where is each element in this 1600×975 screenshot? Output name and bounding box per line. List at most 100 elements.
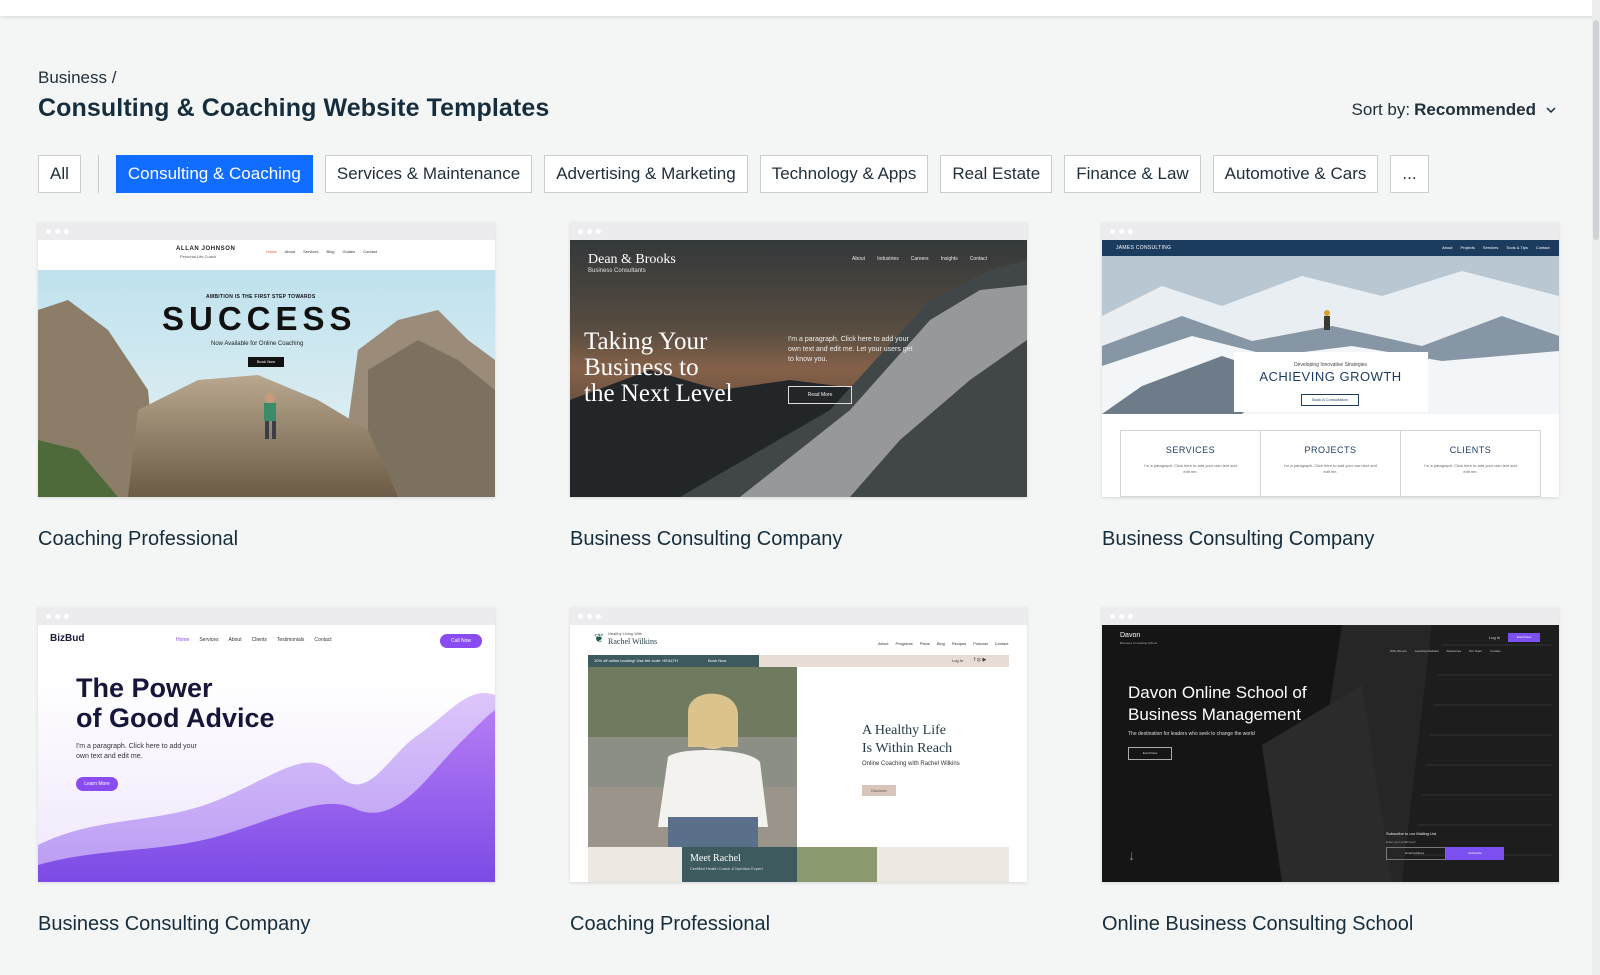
preview-brand: JAMES CONSULTING	[1116, 245, 1172, 251]
template-title[interactable]: Coaching Professional	[38, 528, 495, 551]
preview-nav-item: Services	[199, 637, 219, 643]
filter-advertising-marketing[interactable]: Advertising & Marketing	[544, 155, 748, 193]
preview-cta: Learn More	[76, 777, 118, 791]
filter-all[interactable]: All	[38, 155, 81, 193]
preview-nav-item: Contact	[1490, 649, 1501, 653]
preview-headline: ACHIEVING GROWTH	[1259, 369, 1402, 384]
preview-nav-item: About	[1442, 245, 1453, 250]
preview-brand: Rachel Wilkins	[608, 637, 658, 646]
preview-nav-item: Insights	[940, 256, 958, 262]
preview-cta: Book A Consultation	[1301, 394, 1359, 406]
filter-real-estate[interactable]: Real Estate	[940, 155, 1053, 193]
preview-nav-item: Services	[1482, 245, 1499, 250]
preview-nav-item: About	[852, 256, 866, 262]
template-card[interactable]: Dean & Brooks Business Consultants About…	[570, 222, 1027, 551]
preview-nav: About Programs Plans Blog Recipes Podcast Cont…	[878, 641, 1009, 646]
preview-brand-sub: Business Consulting School	[1120, 641, 1158, 645]
template-preview: BizBud Home Services About Clients Testimoni…	[38, 625, 495, 882]
preview-brand-sub: Business Consultants	[588, 268, 646, 274]
preview-nav: Home Services About Clients Testimonials Cont…	[176, 637, 332, 643]
preview-cta: Discover	[862, 785, 896, 796]
preview-nav-item: Contact	[994, 641, 1009, 646]
template-card[interactable]: ❦ Healthy Living With Rachel Wilkins Abo…	[570, 607, 1027, 936]
breadcrumb[interactable]: Business /	[38, 68, 116, 88]
preview-nav-item: Industries	[877, 256, 899, 262]
template-title[interactable]: Business Consulting Company	[570, 528, 1027, 551]
browser-chrome	[38, 222, 495, 240]
preview-promo-cta: Book Now	[708, 658, 727, 663]
preview-headline-line: of Good Advice	[76, 703, 275, 733]
filter-more-button[interactable]: ...	[1390, 155, 1429, 193]
preview-nav: About Projects Services Tools & Tips Contact	[1442, 245, 1550, 250]
template-thumbnail[interactable]: ALLAN JOHNSON Personal Life Coach Home Ab…	[38, 222, 495, 497]
preview-subscribe-label: Enter your email here*	[1386, 840, 1416, 844]
preview-brand: BizBud	[50, 633, 85, 644]
template-preview: JAMES CONSULTING About Projects Services To…	[1102, 240, 1559, 497]
preview-column-text: I'm a paragraph. Click here to add your …	[1144, 463, 1237, 474]
filter-finance-law[interactable]: Finance & Law	[1064, 155, 1201, 193]
preview-nav-item: Blog	[936, 641, 945, 646]
preview-nav-item: Clients	[251, 637, 267, 643]
template-title[interactable]: Online Business Consulting School	[1102, 913, 1559, 936]
preview-headline-line: Business to	[584, 354, 699, 381]
preview-headline-line: Is Within Reach	[862, 741, 953, 756]
filter-services-maintenance[interactable]: Services & Maintenance	[324, 155, 533, 193]
preview-nav-item: Plans	[919, 641, 930, 646]
filter-technology-apps[interactable]: Technology & Apps	[759, 155, 929, 193]
template-preview: ALLAN JOHNSON Personal Life Coach Home Ab…	[38, 240, 495, 497]
preview-headline-line: A Healthy Life	[862, 723, 946, 738]
preview-column-text: I'm a paragraph. Click here to add your …	[1284, 463, 1377, 474]
template-title[interactable]: Coaching Professional	[570, 913, 1027, 936]
template-title[interactable]: Business Consulting Company	[38, 913, 495, 936]
preview-subscribe-input: Email Address	[1386, 847, 1446, 860]
template-thumbnail[interactable]: Dean & Brooks Business Consultants About…	[570, 222, 1027, 497]
scrollbar[interactable]	[1592, 0, 1600, 975]
preview-sub: Online Coaching with Rachel Wilkins	[862, 761, 960, 767]
preview-headline-line: The Power	[76, 673, 213, 703]
preview-headline-line: Business Management	[1128, 705, 1301, 724]
browser-chrome	[38, 607, 495, 625]
preview-columns: SERVICES I'm a paragraph. Click here to …	[1120, 430, 1541, 497]
preview-nav-item: Projects	[1460, 245, 1475, 250]
template-card[interactable]: Davon Business Consulting School Who We …	[1102, 607, 1559, 936]
template-card[interactable]: ALLAN JOHNSON Personal Life Coach Home Ab…	[38, 222, 495, 551]
template-thumbnail[interactable]: JAMES CONSULTING About Projects Services To…	[1102, 222, 1559, 497]
filter-divider	[97, 155, 99, 193]
preview-nav-item: Resources	[1446, 649, 1461, 653]
preview-nav-item: Contact	[314, 637, 332, 643]
preview-nav-item: Tools & Tips	[1506, 245, 1528, 250]
preview-social-icons: f ◎ ▶	[974, 657, 987, 663]
template-title[interactable]: Business Consulting Company	[1102, 528, 1559, 551]
browser-chrome	[570, 222, 1027, 240]
preview-nav-cta: Enroll Now	[1508, 633, 1540, 642]
template-thumbnail[interactable]: Davon Business Consulting School Who We …	[1102, 607, 1559, 882]
top-header-bar	[0, 0, 1600, 16]
preview-nav-item: Contact	[1535, 245, 1550, 250]
preview-paragraph-line: I'm a paragraph. Click here to add your	[76, 743, 197, 750]
preview-cta: Enroll Now	[1128, 747, 1172, 760]
filter-automotive-cars[interactable]: Automotive & Cars	[1212, 155, 1379, 193]
preview-nav-item: Contact	[363, 249, 377, 254]
preview-brand: Dean & Brooks	[588, 252, 676, 267]
preview-nav-item: Home	[176, 637, 190, 643]
template-card[interactable]: JAMES CONSULTING About Projects Services To…	[1102, 222, 1559, 551]
preview-nav: Home About Services Blog Guides Contact	[266, 249, 377, 254]
preview-nav-cta: Call Now	[440, 634, 482, 648]
chevron-down-icon	[1546, 107, 1556, 114]
arrow-down-icon: ↓	[1128, 847, 1135, 863]
preview-nav-item: Home	[266, 249, 277, 254]
preview-promo: 10% off online booking! Use the code: HE…	[594, 658, 678, 663]
preview-login: Log In	[1489, 635, 1501, 640]
sort-dropdown[interactable]: Sort by: Recommended	[1352, 100, 1558, 120]
preview-nav-item: About	[228, 637, 242, 643]
preview-sub: The destination for leaders who seek to …	[1128, 731, 1255, 737]
preview-nav-item: Guides	[342, 249, 356, 254]
template-preview: Davon Business Consulting School Who We …	[1102, 625, 1559, 882]
scrollbar-thumb[interactable]	[1593, 20, 1599, 240]
filter-consulting-coaching[interactable]: Consulting & Coaching	[115, 155, 313, 193]
preview-column-text: I'm a paragraph. Click here to add your …	[1424, 463, 1517, 474]
template-thumbnail[interactable]: ❦ Healthy Living With Rachel Wilkins Abo…	[570, 607, 1027, 882]
template-thumbnail[interactable]: BizBud Home Services About Clients Testimoni…	[38, 607, 495, 882]
preview-column-title: PROJECTS	[1304, 445, 1357, 455]
template-card[interactable]: BizBud Home Services About Clients Testimoni…	[38, 607, 495, 936]
